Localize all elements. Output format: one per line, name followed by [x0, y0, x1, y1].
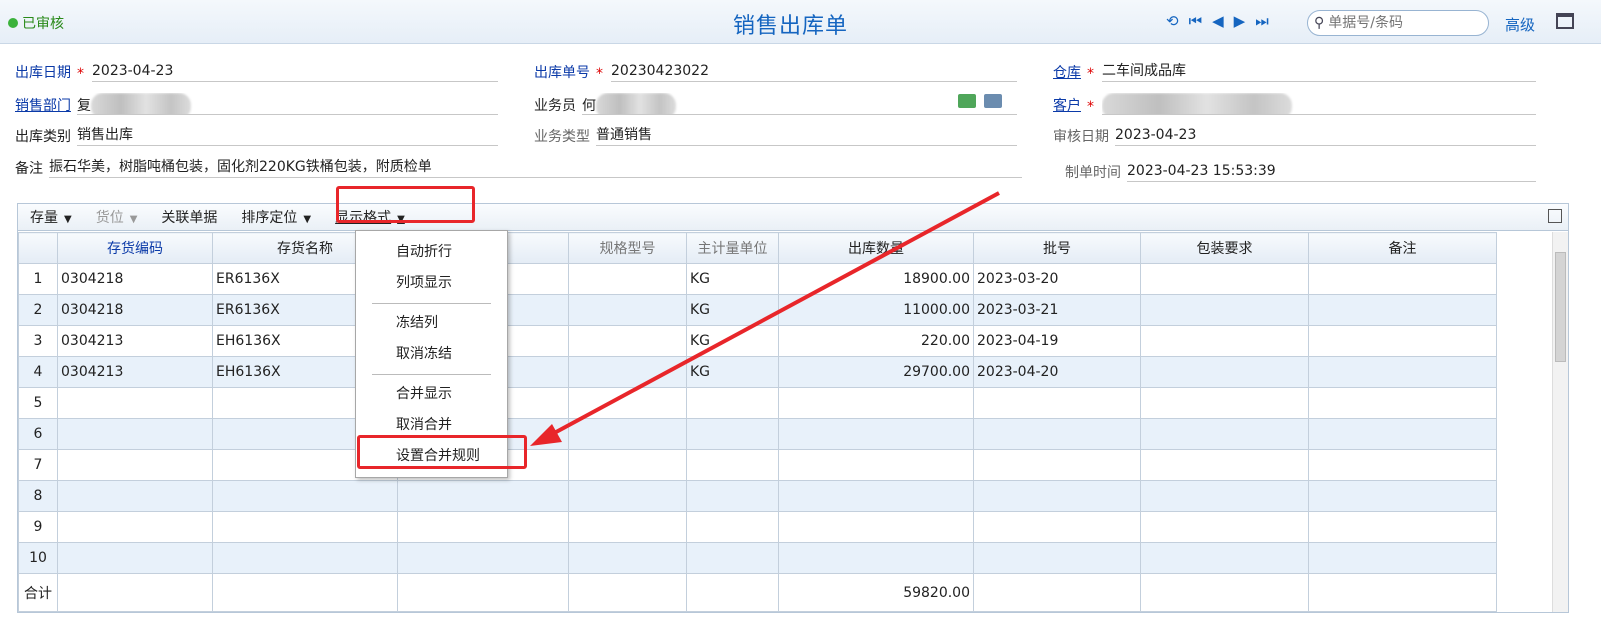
- annotation-arrow: [530, 191, 1000, 446]
